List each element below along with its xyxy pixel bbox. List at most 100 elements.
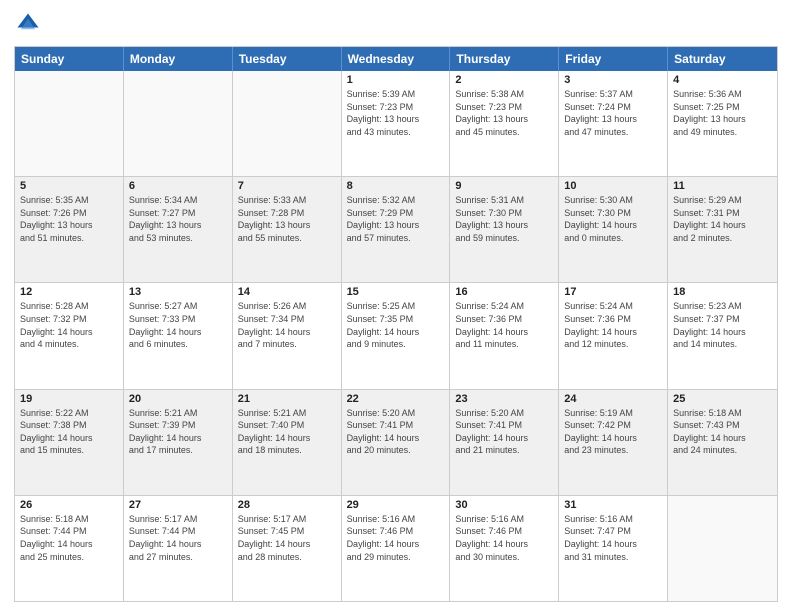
calendar-row-5: 26Sunrise: 5:18 AM Sunset: 7:44 PM Dayli… xyxy=(15,495,777,601)
day-number: 4 xyxy=(673,74,772,86)
day-number: 31 xyxy=(564,499,662,511)
day-number: 30 xyxy=(455,499,553,511)
day-cell-12: 12 Sunrise: 5:28 AM Sunset: 7:32 PM Dayli… xyxy=(15,283,124,388)
day-info: Sunrise: 5:28 AM Sunset: 7:32 PM Dayligh… xyxy=(20,300,118,350)
day-number: 3 xyxy=(564,74,662,86)
day-info: Sunrise: 5:22 AM Sunset: 7:38 PM Dayligh… xyxy=(20,407,118,457)
day-number: 1 xyxy=(347,74,445,86)
day-info: Sunrise: 5:24 AM Sunset: 7:36 PM Dayligh… xyxy=(564,300,662,350)
day-cell-11: 11 Sunrise: 5:29 AM Sunset: 7:31 PM Dayli… xyxy=(668,177,777,282)
logo-icon xyxy=(14,10,42,38)
day-number: 25 xyxy=(673,393,772,405)
day-cell-empty-0-1 xyxy=(124,71,233,176)
day-info: Sunrise: 5:20 AM Sunset: 7:41 PM Dayligh… xyxy=(455,407,553,457)
page: SundayMondayTuesdayWednesdayThursdayFrid… xyxy=(0,0,792,612)
day-cell-10: 10 Sunrise: 5:30 AM Sunset: 7:30 PM Dayli… xyxy=(559,177,668,282)
day-info: Sunrise: 5:29 AM Sunset: 7:31 PM Dayligh… xyxy=(673,194,772,244)
day-cell-26: 26Sunrise: 5:18 AM Sunset: 7:44 PM Dayli… xyxy=(15,496,124,601)
header-day-tuesday: Tuesday xyxy=(233,47,342,71)
day-number: 18 xyxy=(673,286,772,298)
header-day-sunday: Sunday xyxy=(15,47,124,71)
calendar-row-2: 5Sunrise: 5:35 AM Sunset: 7:26 PM Daylig… xyxy=(15,176,777,282)
day-cell-3: 3 Sunrise: 5:37 AM Sunset: 7:24 PM Daylig… xyxy=(559,71,668,176)
day-number: 9 xyxy=(455,180,553,192)
day-cell-4: 4Sunrise: 5:36 AM Sunset: 7:25 PM Daylig… xyxy=(668,71,777,176)
header-day-friday: Friday xyxy=(559,47,668,71)
header-day-saturday: Saturday xyxy=(668,47,777,71)
day-cell-5: 5Sunrise: 5:35 AM Sunset: 7:26 PM Daylig… xyxy=(15,177,124,282)
day-info: Sunrise: 5:16 AM Sunset: 7:47 PM Dayligh… xyxy=(564,513,662,563)
day-number: 28 xyxy=(238,499,336,511)
day-number: 16 xyxy=(455,286,553,298)
day-number: 27 xyxy=(129,499,227,511)
day-cell-22: 22Sunrise: 5:20 AM Sunset: 7:41 PM Dayli… xyxy=(342,390,451,495)
day-info: Sunrise: 5:37 AM Sunset: 7:24 PM Dayligh… xyxy=(564,88,662,138)
day-number: 17 xyxy=(564,286,662,298)
day-number: 10 xyxy=(564,180,662,192)
day-cell-15: 15 Sunrise: 5:25 AM Sunset: 7:35 PM Dayli… xyxy=(342,283,451,388)
day-number: 29 xyxy=(347,499,445,511)
day-number: 6 xyxy=(129,180,227,192)
day-info: Sunrise: 5:17 AM Sunset: 7:45 PM Dayligh… xyxy=(238,513,336,563)
day-info: Sunrise: 5:39 AM Sunset: 7:23 PM Dayligh… xyxy=(347,88,445,138)
header-day-wednesday: Wednesday xyxy=(342,47,451,71)
header-day-monday: Monday xyxy=(124,47,233,71)
day-number: 8 xyxy=(347,180,445,192)
day-cell-19: 19Sunrise: 5:22 AM Sunset: 7:38 PM Dayli… xyxy=(15,390,124,495)
day-number: 13 xyxy=(129,286,227,298)
day-number: 23 xyxy=(455,393,553,405)
day-info: Sunrise: 5:35 AM Sunset: 7:26 PM Dayligh… xyxy=(20,194,118,244)
day-cell-empty-0-0 xyxy=(15,71,124,176)
day-cell-8: 8Sunrise: 5:32 AM Sunset: 7:29 PM Daylig… xyxy=(342,177,451,282)
day-cell-7: 7Sunrise: 5:33 AM Sunset: 7:28 PM Daylig… xyxy=(233,177,342,282)
calendar-row-3: 12 Sunrise: 5:28 AM Sunset: 7:32 PM Dayli… xyxy=(15,282,777,388)
day-cell-21: 21Sunrise: 5:21 AM Sunset: 7:40 PM Dayli… xyxy=(233,390,342,495)
day-info: Sunrise: 5:27 AM Sunset: 7:33 PM Dayligh… xyxy=(129,300,227,350)
day-info: Sunrise: 5:17 AM Sunset: 7:44 PM Dayligh… xyxy=(129,513,227,563)
day-info: Sunrise: 5:31 AM Sunset: 7:30 PM Dayligh… xyxy=(455,194,553,244)
day-number: 11 xyxy=(673,180,772,192)
day-info: Sunrise: 5:30 AM Sunset: 7:30 PM Dayligh… xyxy=(564,194,662,244)
day-info: Sunrise: 5:38 AM Sunset: 7:23 PM Dayligh… xyxy=(455,88,553,138)
day-info: Sunrise: 5:26 AM Sunset: 7:34 PM Dayligh… xyxy=(238,300,336,350)
day-cell-empty-0-2 xyxy=(233,71,342,176)
calendar-body: 1 Sunrise: 5:39 AM Sunset: 7:23 PM Daylig… xyxy=(15,71,777,601)
day-info: Sunrise: 5:33 AM Sunset: 7:28 PM Dayligh… xyxy=(238,194,336,244)
day-info: Sunrise: 5:16 AM Sunset: 7:46 PM Dayligh… xyxy=(455,513,553,563)
day-number: 14 xyxy=(238,286,336,298)
day-info: Sunrise: 5:18 AM Sunset: 7:44 PM Dayligh… xyxy=(20,513,118,563)
day-info: Sunrise: 5:24 AM Sunset: 7:36 PM Dayligh… xyxy=(455,300,553,350)
day-number: 12 xyxy=(20,286,118,298)
calendar-header: SundayMondayTuesdayWednesdayThursdayFrid… xyxy=(15,47,777,71)
day-number: 2 xyxy=(455,74,553,86)
day-info: Sunrise: 5:34 AM Sunset: 7:27 PM Dayligh… xyxy=(129,194,227,244)
calendar-row-4: 19Sunrise: 5:22 AM Sunset: 7:38 PM Dayli… xyxy=(15,389,777,495)
day-cell-9: 9 Sunrise: 5:31 AM Sunset: 7:30 PM Daylig… xyxy=(450,177,559,282)
day-cell-2: 2 Sunrise: 5:38 AM Sunset: 7:23 PM Daylig… xyxy=(450,71,559,176)
day-number: 15 xyxy=(347,286,445,298)
day-cell-1: 1 Sunrise: 5:39 AM Sunset: 7:23 PM Daylig… xyxy=(342,71,451,176)
day-cell-18: 18 Sunrise: 5:23 AM Sunset: 7:37 PM Dayli… xyxy=(668,283,777,388)
calendar: SundayMondayTuesdayWednesdayThursdayFrid… xyxy=(14,46,778,602)
day-info: Sunrise: 5:25 AM Sunset: 7:35 PM Dayligh… xyxy=(347,300,445,350)
day-info: Sunrise: 5:20 AM Sunset: 7:41 PM Dayligh… xyxy=(347,407,445,457)
day-info: Sunrise: 5:19 AM Sunset: 7:42 PM Dayligh… xyxy=(564,407,662,457)
day-number: 24 xyxy=(564,393,662,405)
day-cell-16: 16 Sunrise: 5:24 AM Sunset: 7:36 PM Dayli… xyxy=(450,283,559,388)
header-day-thursday: Thursday xyxy=(450,47,559,71)
day-info: Sunrise: 5:21 AM Sunset: 7:39 PM Dayligh… xyxy=(129,407,227,457)
day-info: Sunrise: 5:18 AM Sunset: 7:43 PM Dayligh… xyxy=(673,407,772,457)
day-number: 20 xyxy=(129,393,227,405)
day-cell-30: 30 Sunrise: 5:16 AM Sunset: 7:46 PM Dayli… xyxy=(450,496,559,601)
logo xyxy=(14,10,46,38)
header xyxy=(14,10,778,38)
day-cell-13: 13 Sunrise: 5:27 AM Sunset: 7:33 PM Dayli… xyxy=(124,283,233,388)
calendar-row-1: 1 Sunrise: 5:39 AM Sunset: 7:23 PM Daylig… xyxy=(15,71,777,176)
day-cell-6: 6 Sunrise: 5:34 AM Sunset: 7:27 PM Daylig… xyxy=(124,177,233,282)
day-cell-24: 24 Sunrise: 5:19 AM Sunset: 7:42 PM Dayli… xyxy=(559,390,668,495)
day-cell-27: 27 Sunrise: 5:17 AM Sunset: 7:44 PM Dayli… xyxy=(124,496,233,601)
day-cell-23: 23 Sunrise: 5:20 AM Sunset: 7:41 PM Dayli… xyxy=(450,390,559,495)
day-info: Sunrise: 5:23 AM Sunset: 7:37 PM Dayligh… xyxy=(673,300,772,350)
day-cell-20: 20 Sunrise: 5:21 AM Sunset: 7:39 PM Dayli… xyxy=(124,390,233,495)
day-info: Sunrise: 5:21 AM Sunset: 7:40 PM Dayligh… xyxy=(238,407,336,457)
